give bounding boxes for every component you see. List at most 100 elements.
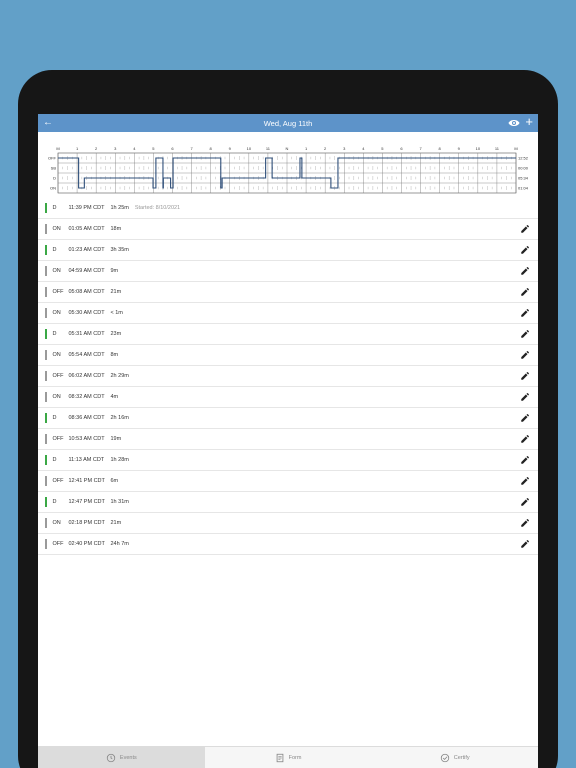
graph-hour-label: 8 [439,146,442,151]
event-duration: < 1m [110,310,123,316]
event-row[interactable]: ON 04:59 AM CDT 9m [38,261,538,282]
graph-row-total: 00:00 [518,166,529,171]
eye-icon[interactable] [508,117,520,129]
graph-hour-label: 7 [190,146,193,151]
graph-row-total: 05:34 [518,176,529,181]
graph-hour-label: 5 [381,146,384,151]
pencil-icon[interactable] [520,518,530,528]
event-duration: 9m [110,268,119,274]
pencil-icon[interactable] [520,476,530,486]
tab-form[interactable]: Form [205,747,372,768]
event-time: 01:05 AM CDT [68,226,105,232]
pencil-icon[interactable] [520,245,530,255]
pencil-icon[interactable] [520,371,530,381]
status-color-bar [45,539,47,549]
event-duration: 8m [110,352,119,358]
event-row[interactable]: OFF 12:41 PM CDT 6m [38,471,538,492]
event-status: ON [52,268,61,274]
event-duration: 18m [110,226,122,232]
status-color-bar [45,203,47,213]
tab-label: Events [119,754,137,761]
status-color-bar [45,224,47,234]
event-duration: 19m [110,436,122,442]
graph-hour-label: 6 [171,146,174,151]
back-arrow-icon[interactable]: ← [43,117,53,129]
pencil-icon[interactable] [520,413,530,423]
event-time: 02:40 PM CDT [68,541,105,547]
event-status: D [52,415,57,421]
event-time: 12:41 PM CDT [68,478,105,484]
graph-row-label: SB [51,166,57,171]
graph-hour-label: 10 [476,146,481,151]
page-title: Wed, Aug 11th [263,118,313,128]
graph-hour-label: 6 [400,146,403,151]
status-color-bar [45,476,47,486]
event-status: OFF [52,373,64,379]
event-row[interactable]: ON 05:54 AM CDT 8m [38,345,538,366]
event-row[interactable]: ON 01:05 AM CDT 18m [38,219,538,240]
event-duration: 1h 28m [110,457,129,463]
event-row[interactable]: ON 05:30 AM CDT < 1m [38,303,538,324]
pencil-icon[interactable] [520,392,530,402]
graph-hour-label: 3 [343,146,346,151]
status-color-bar [45,287,47,297]
graph-hour-label: M [56,146,59,151]
event-row[interactable]: D 05:31 AM CDT 23m [38,324,538,345]
status-color-bar [45,350,47,360]
pencil-icon[interactable] [520,455,530,465]
status-color-bar [45,308,47,318]
event-row[interactable]: D 08:36 AM CDT 2h 16m [38,408,538,429]
event-status: ON [52,352,61,358]
graph-hour-label: 11 [266,146,271,151]
document-icon [276,753,283,762]
event-row[interactable]: D 11:39 PM CDT 1h 25m Started: 8/10/2021 [38,198,538,219]
tab-certify[interactable]: Certify [371,747,538,768]
status-color-bar [45,413,47,423]
tab-bar: Events Form Certify [38,746,538,768]
pencil-icon[interactable] [520,434,530,444]
event-time: 05:08 AM CDT [68,289,105,295]
event-row[interactable]: OFF 10:53 AM CDT 19m [38,429,538,450]
event-row[interactable]: ON 02:18 PM CDT 21m [38,513,538,534]
event-status: D [52,499,57,505]
event-status: ON [52,226,61,232]
pencil-icon[interactable] [520,497,530,507]
event-row[interactable]: D 12:47 PM CDT 1h 31m [38,492,538,513]
event-time: 08:36 AM CDT [68,415,105,421]
event-duration: 21m [110,289,122,295]
pencil-icon[interactable] [520,308,530,318]
pencil-icon[interactable] [520,329,530,339]
event-status: OFF [52,436,64,442]
status-color-bar [45,329,47,339]
event-row[interactable]: D 01:23 AM CDT 3h 35m [38,240,538,261]
add-event-button[interactable]: + [525,115,533,129]
tab-events[interactable]: Events [38,747,205,768]
event-list: D 11:39 PM CDT 1h 25m Started: 8/10/2021 ON 0… [38,198,538,555]
event-row[interactable]: ON 08:32 AM CDT 4m [38,387,538,408]
status-color-bar [45,245,47,255]
pencil-icon[interactable] [520,287,530,297]
status-color-bar [45,497,47,507]
event-time: 11:39 PM CDT [68,205,105,211]
event-row[interactable]: D 11:13 AM CDT 1h 28m [38,450,538,471]
event-duration: 23m [110,331,122,337]
event-status: D [52,457,57,463]
pencil-icon[interactable] [520,350,530,360]
graph-hour-label: 4 [362,146,365,151]
event-row[interactable]: OFF 02:40 PM CDT 24h 7m [38,534,538,555]
status-color-bar [45,266,47,276]
pencil-icon[interactable] [520,224,530,234]
pencil-icon[interactable] [520,539,530,549]
graph-hour-label: 2 [95,146,98,151]
pencil-icon[interactable] [520,266,530,276]
clock-icon [106,753,116,762]
status-color-bar [45,371,47,381]
event-time: 12:47 PM CDT [68,499,105,505]
event-row[interactable]: OFF 05:08 AM CDT 21m [38,282,538,303]
graph-hour-label: 10 [247,146,252,151]
graph-hour-label: 4 [133,146,136,151]
event-duration: 2h 16m [110,415,129,421]
event-row[interactable]: OFF 06:02 AM CDT 2h 29m [38,366,538,387]
graph-hour-label: 1 [76,146,79,151]
event-duration: 6m [110,478,119,484]
